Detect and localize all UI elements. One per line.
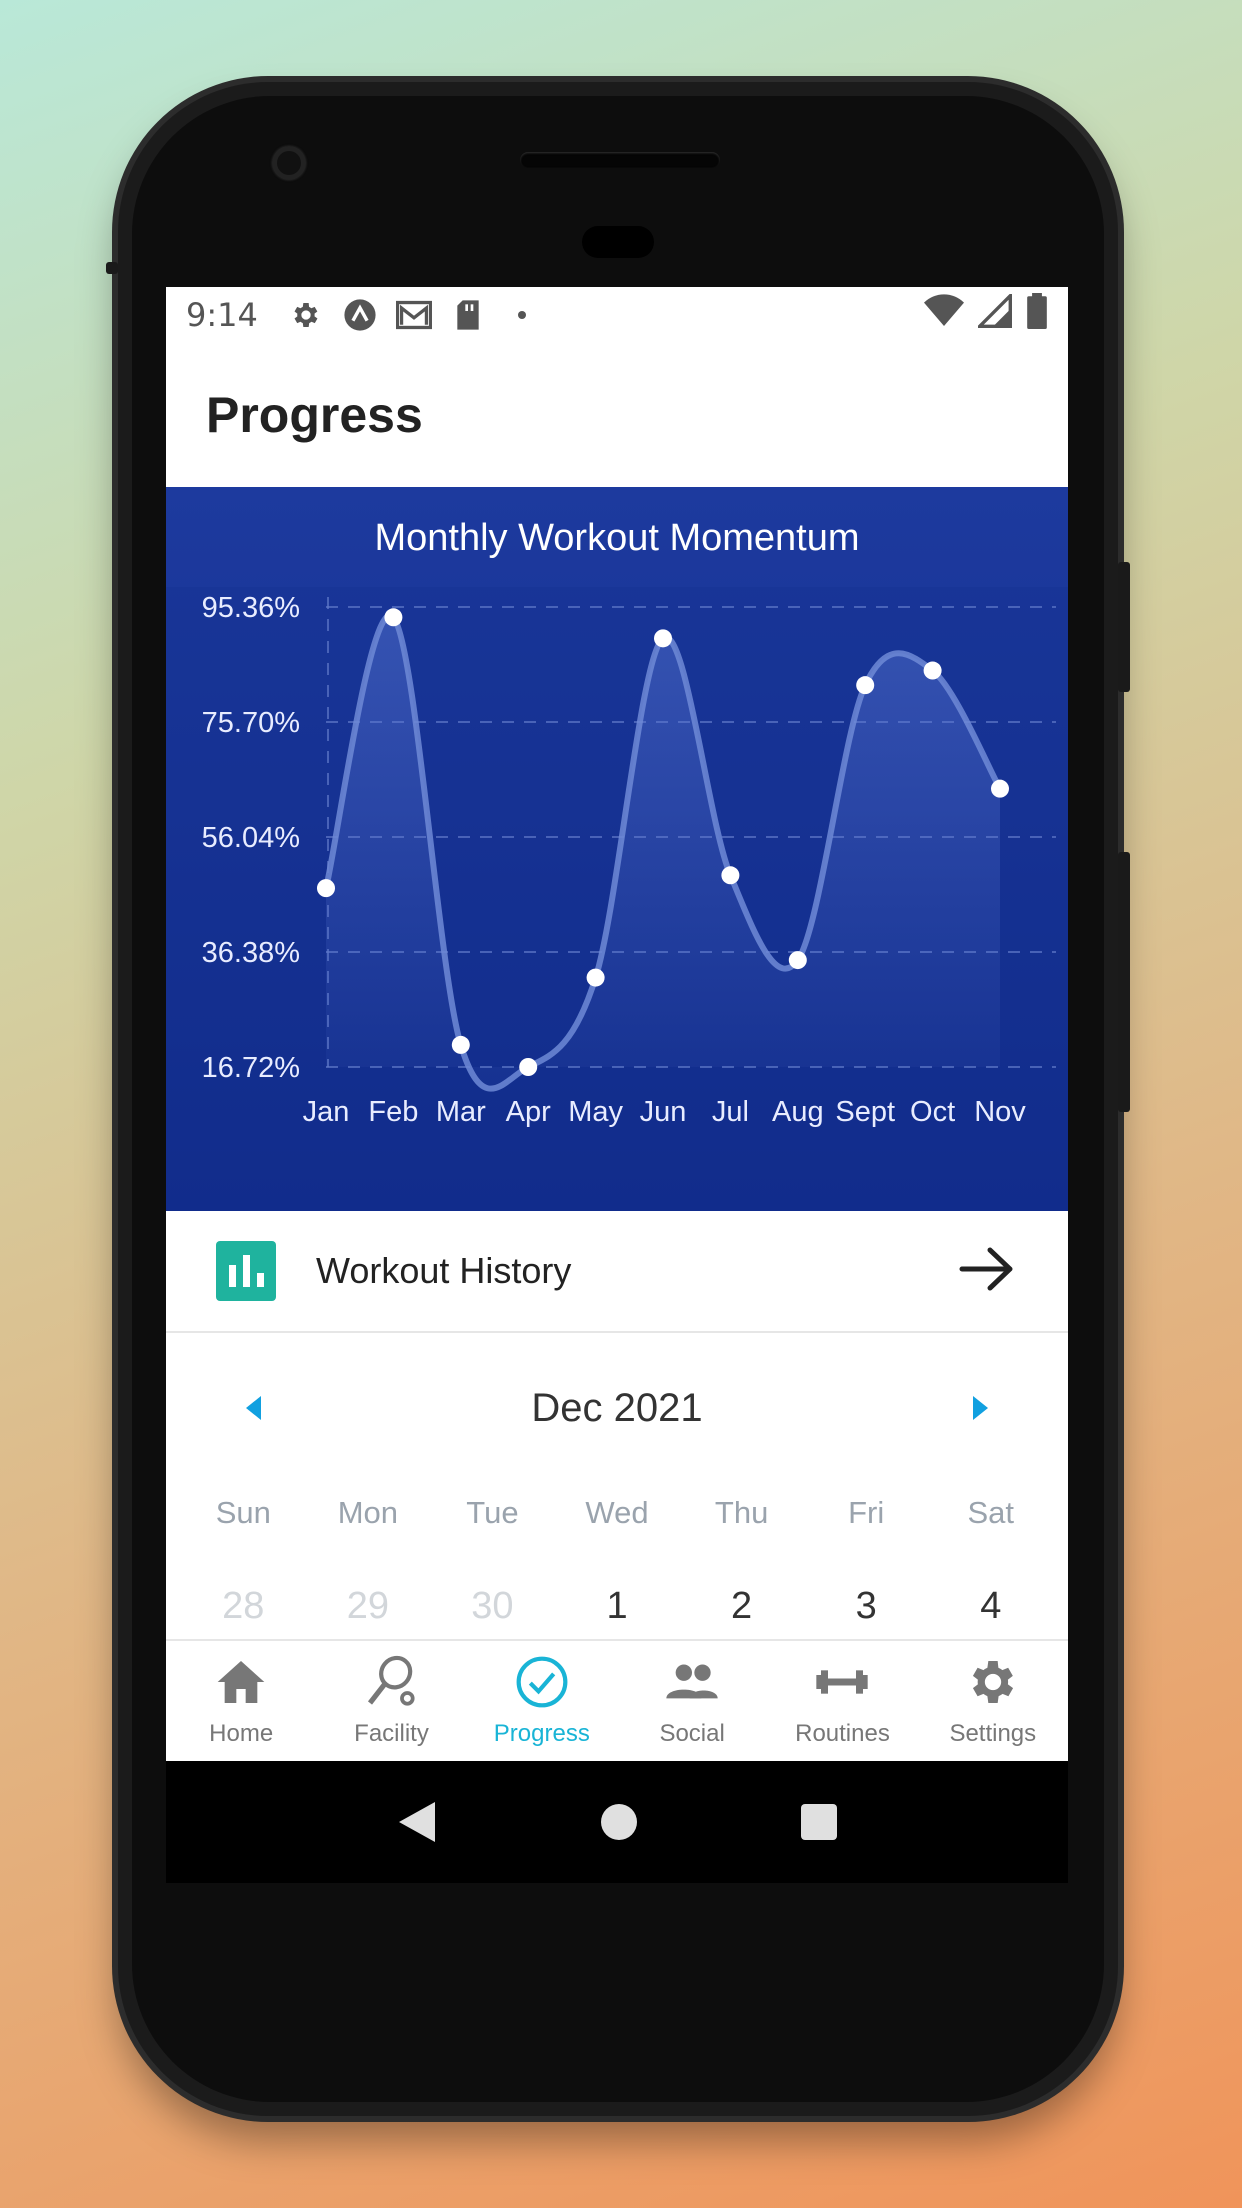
nav-label: Progress bbox=[493, 1720, 590, 1747]
data-point bbox=[788, 951, 807, 970]
x-tick-label: Apr bbox=[506, 1096, 551, 1128]
weekday-label: Mon bbox=[337, 1495, 399, 1530]
recents-icon[interactable] bbox=[799, 1802, 839, 1842]
x-tick-label: Oct bbox=[910, 1096, 955, 1128]
weekday-label: Tue bbox=[466, 1495, 519, 1530]
weekday-label: Thu bbox=[714, 1495, 769, 1530]
nav-home[interactable]: Home bbox=[166, 1641, 316, 1761]
upload-icon bbox=[342, 297, 378, 333]
calendar-day[interactable]: 28 bbox=[181, 1585, 306, 1628]
weekday-label: Sun bbox=[215, 1495, 271, 1530]
calendar-day[interactable]: 29 bbox=[306, 1585, 431, 1628]
home-circle-icon[interactable] bbox=[599, 1802, 639, 1842]
x-tick-label: Sept bbox=[835, 1096, 895, 1128]
x-tick-label: Jan bbox=[303, 1096, 350, 1128]
gear-icon bbox=[972, 1661, 1013, 1703]
x-tick-label: Nov bbox=[974, 1096, 1026, 1128]
calendar-header: Dec 2021 bbox=[166, 1333, 1068, 1483]
app-bar: Progress bbox=[166, 343, 1068, 487]
dot-icon bbox=[504, 297, 540, 333]
nav-settings[interactable]: Settings bbox=[918, 1641, 1068, 1761]
back-icon[interactable] bbox=[395, 1798, 439, 1846]
data-point bbox=[317, 879, 335, 898]
nav-social[interactable]: Social bbox=[617, 1641, 767, 1761]
calendar-day[interactable]: 1 bbox=[555, 1585, 680, 1628]
y-tick-label: 36.38% bbox=[202, 937, 300, 969]
calendar-day[interactable]: 3 bbox=[804, 1585, 929, 1628]
momentum-chart-card: Monthly Workout Momentum 95.36% 75.70% 56.… bbox=[166, 487, 1068, 1211]
nav-label: Social bbox=[659, 1720, 725, 1747]
bar-chart-icon bbox=[216, 1241, 276, 1301]
calendar-day[interactable]: 30 bbox=[430, 1585, 555, 1628]
x-tick-label: May bbox=[568, 1096, 623, 1128]
y-tick-label: 75.70% bbox=[202, 707, 300, 739]
next-month-icon[interactable] bbox=[972, 1396, 988, 1420]
weekday-label: Wed bbox=[585, 1495, 649, 1530]
bottom-navigation: Home Facility Progress Social Routines S… bbox=[166, 1639, 1068, 1761]
nav-label: Settings bbox=[949, 1720, 1037, 1747]
nav-progress[interactable]: Progress bbox=[467, 1641, 617, 1761]
status-time: 9:14 bbox=[186, 296, 258, 334]
workout-history-row[interactable]: Workout History bbox=[166, 1211, 1068, 1333]
wifi-icon bbox=[924, 294, 964, 336]
mail-icon bbox=[395, 297, 432, 333]
x-tick-label: Jun bbox=[640, 1096, 687, 1128]
nav-facility[interactable]: Facility bbox=[316, 1641, 466, 1761]
x-tick-label: Mar bbox=[436, 1096, 486, 1128]
nav-label: Facility bbox=[354, 1720, 429, 1747]
signal-icon bbox=[975, 291, 1012, 336]
momentum-line-chart: 95.36% 75.70% 56.04% 36.38% 16.72%Jan Feb Mar A… bbox=[166, 587, 1068, 1211]
data-point bbox=[991, 779, 1009, 798]
data-point bbox=[721, 866, 740, 885]
data-point bbox=[519, 1058, 538, 1076]
x-tick-label: Aug bbox=[772, 1096, 824, 1128]
chart-title: Monthly Workout Momentum bbox=[374, 516, 860, 559]
status-bar: 9:14 bbox=[166, 287, 1068, 343]
app-screen: 9:14 Progress Monthly Workout Momentum 9… bbox=[166, 287, 1068, 1761]
calendar-weekday-row: Sun Mon Tue Wed Thu Fri Sat bbox=[166, 1483, 1068, 1543]
weekday-label: Fri bbox=[848, 1495, 885, 1530]
x-tick-label: Jul bbox=[712, 1096, 749, 1128]
home-icon bbox=[217, 1661, 265, 1703]
battery-icon bbox=[1026, 293, 1048, 337]
earpiece-speaker bbox=[520, 152, 720, 168]
page-title: Progress bbox=[206, 387, 423, 443]
front-camera bbox=[272, 146, 306, 180]
check-circle-icon bbox=[516, 1656, 568, 1708]
gear-icon bbox=[288, 297, 324, 333]
y-tick-label: 95.36% bbox=[202, 592, 300, 624]
system-navigation-bar bbox=[166, 1761, 1068, 1883]
nav-label: Home bbox=[209, 1720, 274, 1747]
workout-history-label: Workout History bbox=[316, 1250, 572, 1291]
y-tick-label: 56.04% bbox=[202, 822, 300, 854]
proximity-sensor bbox=[582, 226, 654, 258]
nav-label: Routines bbox=[795, 1720, 890, 1747]
calendar-month-title: Dec 2021 bbox=[531, 1385, 703, 1430]
arrow-right-icon[interactable] bbox=[958, 1244, 1018, 1298]
calendar-day[interactable]: 2 bbox=[679, 1585, 804, 1628]
data-point bbox=[384, 608, 403, 627]
y-tick-label: 16.72% bbox=[202, 1052, 300, 1084]
x-tick-label: Feb bbox=[368, 1096, 418, 1128]
side-notch bbox=[106, 262, 118, 274]
nav-routines[interactable]: Routines bbox=[767, 1641, 917, 1761]
data-point bbox=[923, 661, 942, 680]
sd-card-icon bbox=[450, 297, 486, 333]
data-point bbox=[856, 676, 875, 695]
people-icon bbox=[666, 1664, 718, 1699]
volume-button bbox=[1118, 562, 1130, 692]
calendar-day[interactable]: 4 bbox=[928, 1585, 1053, 1628]
power-button bbox=[1118, 852, 1130, 1112]
calendar: Dec 2021 Sun Mon Tue Wed Thu Fri Sat 28 29 30 1 2 3… bbox=[166, 1333, 1068, 1669]
data-point bbox=[654, 629, 672, 648]
racket-icon bbox=[368, 1655, 416, 1706]
dumbbell-icon bbox=[816, 1670, 869, 1694]
data-point bbox=[586, 968, 605, 987]
previous-month-icon[interactable] bbox=[246, 1396, 261, 1420]
weekday-label: Sat bbox=[967, 1495, 1015, 1530]
data-point bbox=[451, 1035, 470, 1054]
